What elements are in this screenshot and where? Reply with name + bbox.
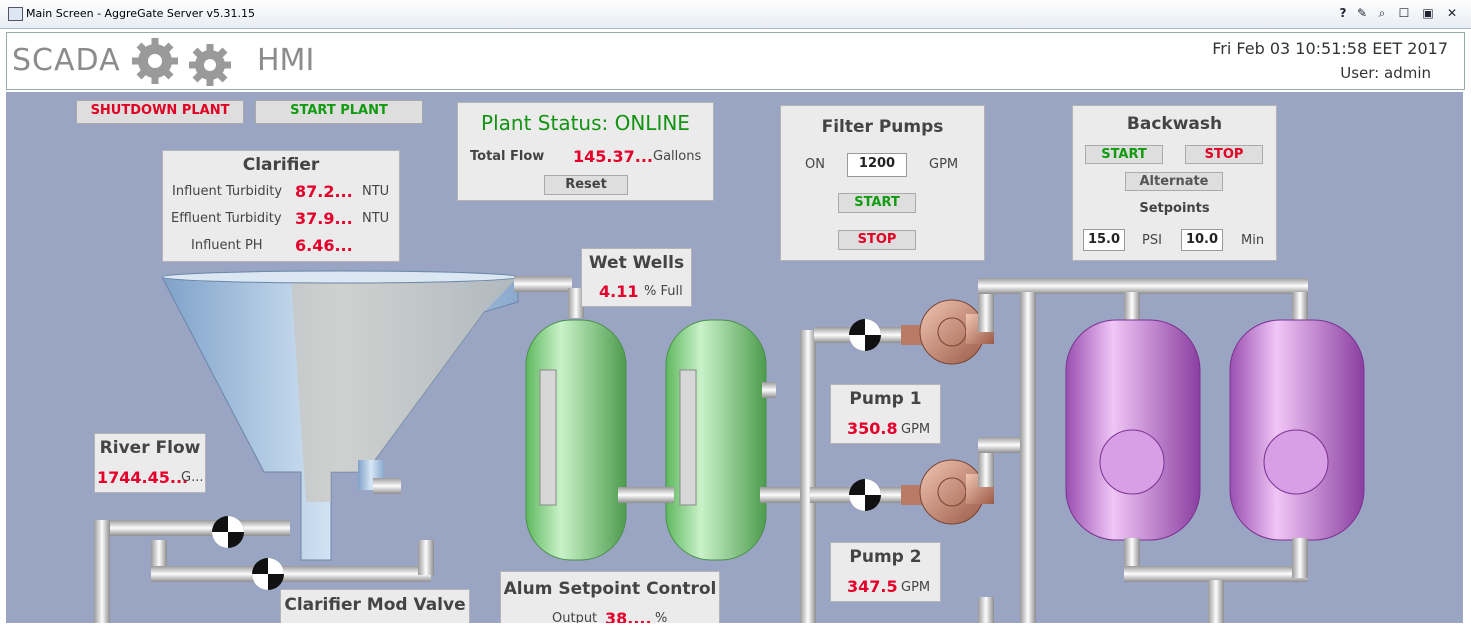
clarifier-mod-valve-title: Clarifier Mod Valve: [284, 595, 466, 615]
wet-wells-panel: Wet Wells 4.11 % Full: [581, 248, 692, 307]
plant-canvas: SHUTDOWN PLANT START PLANT Plant Status:…: [6, 92, 1463, 623]
filter-pumps-gpm-unit: GPM: [929, 157, 959, 172]
influent-turbidity-unit: NTU: [362, 184, 390, 199]
min-unit: Min: [1241, 233, 1265, 248]
plant-status-text: Plant Status: ONLINE: [481, 111, 690, 135]
backwash-panel: Backwash START STOP Alternate Setpoints …: [1072, 105, 1277, 261]
logo-hmi: HMI: [257, 43, 315, 78]
pump-1-unit: GPM: [901, 422, 931, 437]
gears-icon: [132, 38, 231, 86]
app-header: SCADA HMI Fri Feb 03 10:51:58 EET 2017 U…: [6, 32, 1465, 90]
clarifier-panel: Clarifier Influent Turbidity 87.2... NTU…: [162, 150, 400, 262]
influent-turbidity-value: 87.2...: [295, 182, 353, 201]
alum-setpoint-panel: Alum Setpoint Control Output 38.... %: [500, 571, 720, 623]
filter-pumps-stop-button[interactable]: STOP: [838, 230, 916, 250]
influent-turbidity-label: Influent Turbidity: [172, 184, 283, 199]
pump-1-value: 350.8: [847, 419, 898, 438]
alternate-button[interactable]: Alternate: [1125, 172, 1223, 191]
psi-unit: PSI: [1142, 233, 1162, 248]
river-flow-unit: G...: [181, 470, 204, 485]
filter-pumps-panel: Filter Pumps ON 1200 GPM START STOP: [780, 105, 985, 261]
restore-icon[interactable]: ▣: [1420, 5, 1436, 21]
influent-ph-value: 6.46...: [295, 236, 353, 255]
clarifier-mod-valve-panel: Clarifier Mod Valve: [280, 589, 470, 623]
pump-2-panel: Pump 2 347.5 GPM: [830, 542, 941, 602]
datetime-display: Fri Feb 03 10:51:58 EET 2017: [1212, 39, 1448, 58]
zoom-icon[interactable]: ⌕: [1374, 5, 1390, 21]
min-setpoint-input[interactable]: 10.0: [1181, 229, 1223, 251]
effluent-turbidity-value: 37.9...: [295, 209, 353, 228]
wet-wells-title: Wet Wells: [588, 253, 685, 273]
pump-1-title: Pump 1: [849, 389, 922, 409]
alum-setpoint-title: Alum Setpoint Control: [503, 579, 717, 599]
river-flow-panel: River Flow 1744.45... G...: [94, 433, 206, 493]
start-plant-button[interactable]: START PLANT: [255, 100, 423, 124]
logo-scada: SCADA: [12, 43, 121, 78]
setpoints-label: Setpoints: [1139, 201, 1210, 216]
backwash-stop-button[interactable]: STOP: [1185, 145, 1263, 164]
river-flow-value: 1744.45...: [97, 468, 189, 487]
help-icon[interactable]: ?: [1335, 5, 1351, 21]
alum-output-value: 38....: [605, 609, 652, 623]
filter-pumps-title: Filter Pumps: [821, 117, 944, 137]
maximize-icon[interactable]: ☐: [1396, 5, 1412, 21]
alum-output-label: Output: [552, 611, 598, 623]
wet-wells-unit: % Full: [644, 284, 683, 299]
clarifier-title: Clarifier: [242, 155, 320, 175]
reset-button[interactable]: Reset: [544, 175, 628, 195]
window-titlebar: Main Screen - AggreGate Server v5.31.15 …: [0, 0, 1471, 29]
influent-ph-label: Influent PH: [191, 238, 263, 253]
total-flow-label: Total Flow: [470, 149, 545, 164]
user-display: User: admin: [1340, 64, 1431, 82]
total-flow-value: 145.37...: [573, 147, 653, 166]
app-icon: [8, 7, 23, 21]
psi-setpoint-input[interactable]: 15.0: [1083, 229, 1125, 251]
close-icon[interactable]: ✕: [1444, 5, 1460, 21]
pump-2-title: Pump 2: [849, 547, 922, 567]
filter-pumps-gpm-input[interactable]: 1200: [847, 153, 907, 177]
pump-2-value: 347.5: [847, 577, 898, 596]
plant-status-panel: Plant Status: ONLINE Total Flow 145.37..…: [457, 102, 714, 201]
pump-1-panel: Pump 1 350.8 GPM: [830, 384, 941, 444]
pump-2-unit: GPM: [901, 580, 931, 595]
total-flow-unit: Gallons: [653, 149, 702, 164]
filter-pumps-on-label: ON: [805, 157, 825, 172]
river-flow-title: River Flow: [99, 438, 201, 458]
effluent-turbidity-label: Effluent Turbidity: [171, 211, 282, 226]
edit-icon[interactable]: ✎: [1354, 5, 1370, 21]
backwash-title: Backwash: [1126, 114, 1223, 134]
alum-output-unit: %: [655, 611, 668, 623]
window-title: Main Screen - AggreGate Server v5.31.15: [26, 7, 255, 20]
filter-pumps-start-button[interactable]: START: [838, 193, 916, 213]
shutdown-plant-button[interactable]: SHUTDOWN PLANT: [76, 100, 244, 124]
backwash-start-button[interactable]: START: [1085, 145, 1163, 164]
wet-wells-value: 4.11: [599, 282, 639, 301]
effluent-turbidity-unit: NTU: [362, 211, 390, 226]
